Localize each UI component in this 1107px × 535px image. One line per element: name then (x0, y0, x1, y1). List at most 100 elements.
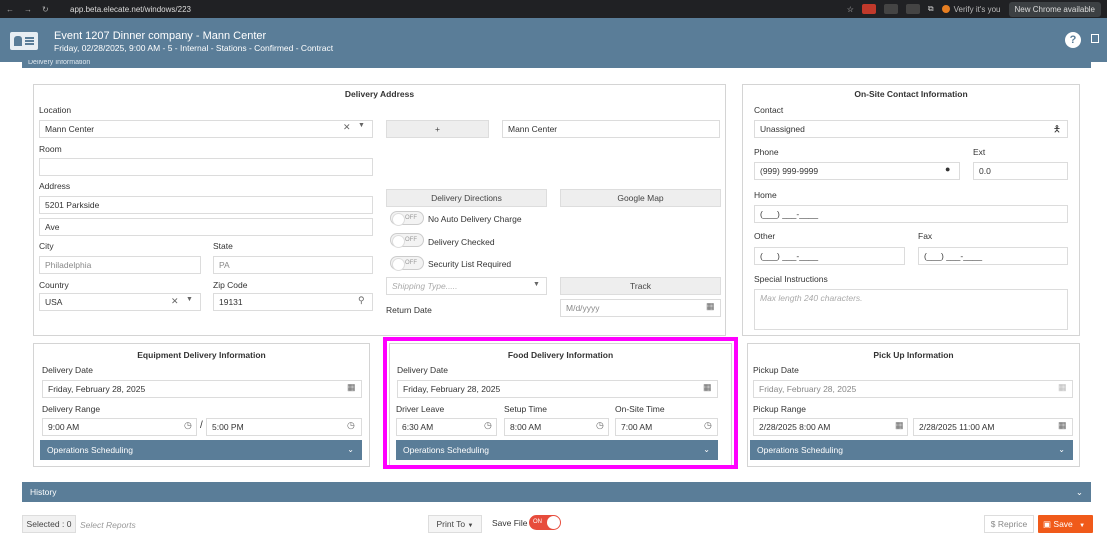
pickup-range-from[interactable]: 2/28/2025 8:00 AM (753, 418, 908, 436)
chevron-down-icon[interactable]: ▼ (358, 122, 365, 129)
delivery-address-title: Delivery Address (344, 89, 415, 99)
zip-field[interactable]: 19131 (213, 293, 373, 311)
equipment-date-field[interactable]: Friday, February 28, 2025 (42, 380, 362, 398)
home-phone-field[interactable]: (___) ___-____ (754, 205, 1068, 223)
pickup-range-label: Pickup Range (753, 404, 806, 414)
chevron-down-icon: ▼ (1079, 523, 1086, 529)
home-label: Home (754, 190, 777, 200)
equipment-title: Equipment Delivery Information (137, 350, 266, 360)
calendar-icon[interactable]: ▦ (1058, 420, 1067, 431)
state-field[interactable]: PA (213, 256, 373, 274)
page-title: Event 1207 Dinner company - Mann Center (54, 30, 267, 42)
phone-field[interactable]: (999) 999-9999 (754, 162, 960, 180)
history-label: History (30, 487, 57, 497)
no-auto-delivery-label: No Auto Delivery Charge (428, 214, 522, 224)
extension-icon[interactable] (905, 4, 920, 14)
search-icon[interactable]: ⚲ (358, 295, 365, 306)
back-icon[interactable]: ← (6, 5, 14, 14)
city-field[interactable]: Philadelphia (39, 256, 201, 274)
clear-icon[interactable]: ✕ (171, 296, 179, 307)
ext-field[interactable]: 0.0 (973, 162, 1068, 180)
clear-icon[interactable]: ✕ (343, 122, 351, 133)
address-bar[interactable]: app.beta.elecate.net/windows/223 (70, 5, 847, 14)
chevron-down-icon[interactable]: ▼ (533, 281, 540, 288)
range-separator: / (200, 420, 203, 431)
return-date-field[interactable]: M/d/yyyy (560, 299, 721, 317)
equipment-range-label: Delivery Range (42, 404, 101, 414)
other-phone-field[interactable]: (___) ___-____ (754, 247, 905, 265)
save-button[interactable]: ▣ Save ▼ (1038, 515, 1093, 533)
calendar-icon[interactable]: ▦ (895, 420, 904, 431)
clock-icon[interactable]: ◷ (184, 420, 192, 431)
page-subtitle: Friday, 02/28/2025, 9:00 AM - 5 - Intern… (54, 43, 334, 53)
extension-icon[interactable] (883, 4, 898, 14)
highlight-box (383, 337, 738, 469)
contact-title: On-Site Contact Information (854, 89, 968, 99)
calendar-icon[interactable]: ▦ (347, 382, 356, 393)
chevron-down-icon[interactable]: ▼ (186, 296, 193, 303)
equipment-ops-label: Operations Scheduling (47, 445, 134, 455)
location-name-field[interactable]: Mann Center (502, 120, 720, 138)
fax-field[interactable]: (___) ___-____ (918, 247, 1068, 265)
special-instructions-textarea[interactable]: Max length 240 characters. (754, 289, 1068, 330)
calendar-icon[interactable]: ▦ (1058, 382, 1067, 393)
security-list-toggle[interactable]: OFF (390, 256, 424, 271)
delivery-directions-button[interactable]: Delivery Directions (386, 189, 547, 207)
contact-card-icon (10, 32, 38, 50)
browser-bar: ← → ↻ app.beta.elecate.net/windows/223 ☆… (0, 0, 1107, 18)
extension-icon[interactable] (861, 4, 876, 14)
clock-icon[interactable]: ◷ (347, 420, 355, 431)
popout-icon[interactable] (1091, 34, 1099, 43)
security-list-label: Security List Required (428, 259, 512, 269)
shipping-type-select[interactable]: Shipping Type..... (386, 277, 547, 295)
pickup-operations-scheduling[interactable]: Operations Scheduling ⌄ (750, 440, 1073, 460)
address-line1-field[interactable]: 5201 Parkside (39, 196, 373, 214)
chevron-down-icon: ⌄ (347, 445, 354, 454)
equipment-range-to[interactable]: 5:00 PM (206, 418, 362, 436)
no-auto-delivery-toggle[interactable]: OFF (390, 211, 424, 226)
section-header-delivery[interactable]: Delivery Information (22, 60, 1091, 68)
pickup-range-to[interactable]: 2/28/2025 11:00 AM (913, 418, 1073, 436)
room-field[interactable] (39, 158, 373, 176)
reload-icon[interactable]: ↻ (42, 5, 49, 14)
phone-label: Phone (754, 147, 779, 157)
save-file-label: Save File (492, 518, 528, 528)
ext-label: Ext (973, 147, 986, 157)
help-icon[interactable]: ? (1065, 32, 1081, 48)
pickup-ops-label: Operations Scheduling (757, 445, 844, 455)
puzzle-icon[interactable]: ⧉ (928, 4, 934, 14)
city-label: City (39, 241, 54, 251)
location-label: Location (39, 105, 72, 115)
equipment-date-label: Delivery Date (42, 365, 94, 375)
profile-icon (941, 5, 950, 13)
pickup-date-field[interactable]: Friday, February 28, 2025 (753, 380, 1073, 398)
add-location-button[interactable]: + (386, 120, 489, 138)
address-line2-field[interactable]: Ave (39, 218, 373, 236)
location-select[interactable]: Mann Center (39, 120, 373, 138)
calendar-icon[interactable]: ▦ (706, 301, 715, 312)
chevron-down-icon: ▼ (467, 523, 474, 529)
address-label: Address (39, 181, 71, 191)
chevron-down-icon: ⌄ (1075, 487, 1083, 497)
globe-icon[interactable]: ● (945, 164, 950, 174)
profile-verify[interactable]: Verify it's you (941, 5, 1001, 14)
state-label: State (213, 241, 233, 251)
browser-nav: ← → ↻ (0, 5, 70, 14)
forward-icon[interactable]: → (24, 5, 32, 14)
other-label: Other (754, 231, 776, 241)
save-file-toggle[interactable]: ON (529, 515, 561, 530)
contact-field[interactable]: Unassigned (754, 120, 1068, 138)
print-to-button[interactable]: Print To ▼ (428, 515, 482, 533)
room-label: Room (39, 144, 62, 154)
reprice-button[interactable]: $ Reprice (984, 515, 1034, 533)
delivery-checked-toggle[interactable]: OFF (390, 233, 424, 248)
new-chrome-button[interactable]: New Chrome available (1008, 1, 1101, 17)
history-section[interactable]: History ⌄ (22, 482, 1091, 502)
equipment-range-from[interactable]: 9:00 AM (42, 418, 197, 436)
equipment-operations-scheduling[interactable]: Operations Scheduling ⌄ (40, 440, 362, 460)
person-icon[interactable]: 🯅 (1053, 122, 1061, 138)
select-reports-field[interactable]: Select Reports (80, 520, 136, 530)
track-button[interactable]: Track (560, 277, 721, 295)
star-icon[interactable]: ☆ (847, 5, 854, 14)
google-map-button[interactable]: Google Map (560, 189, 721, 207)
